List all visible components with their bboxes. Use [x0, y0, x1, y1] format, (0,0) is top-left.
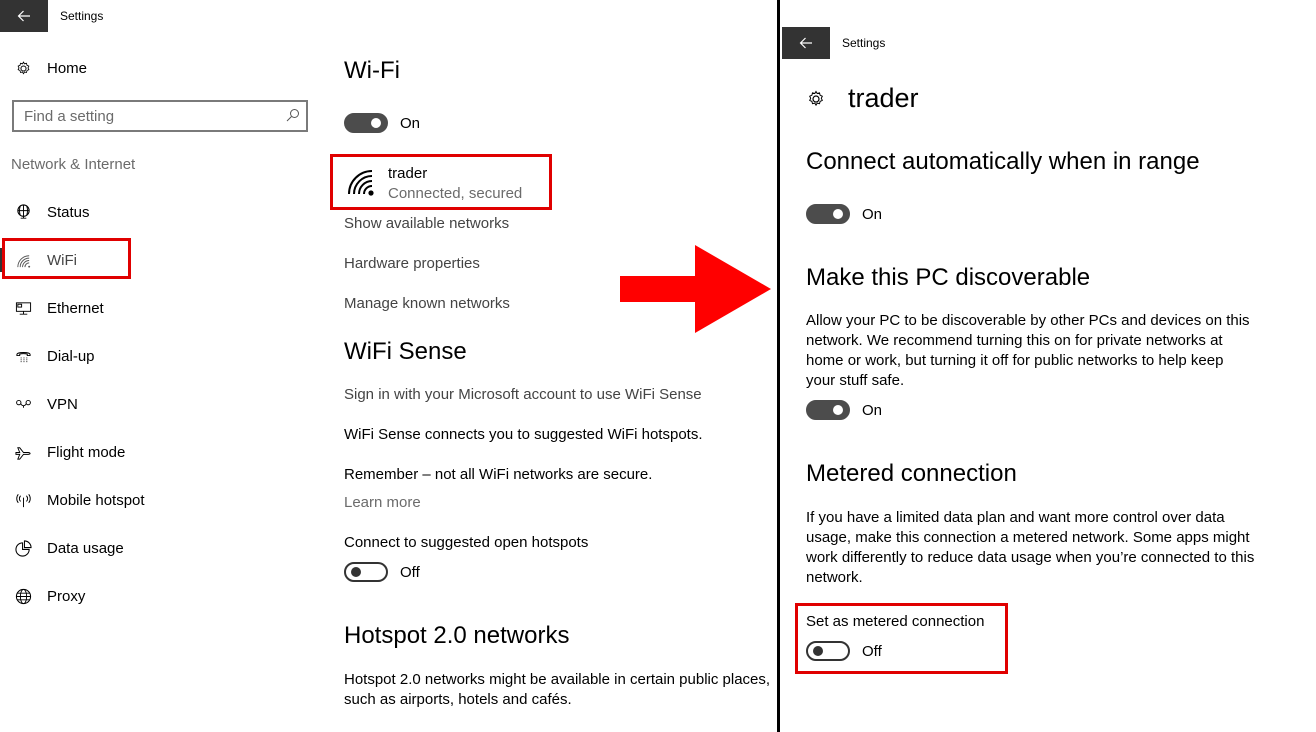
- window-title: Settings: [842, 36, 886, 50]
- network-title: trader: [848, 83, 919, 113]
- connect-auto-toggle-state: On: [862, 206, 883, 223]
- sidebar-item-label: Flight mode: [47, 443, 126, 461]
- search-icon[interactable]: [286, 108, 300, 122]
- sidebar-item-wifi[interactable]: WiFi: [0, 244, 300, 276]
- discoverable-heading: Make this PC discoverable: [806, 264, 1091, 291]
- toggle-knob: [351, 567, 361, 577]
- show-available-networks-link[interactable]: Show available networks: [344, 215, 509, 232]
- sidebar-home-label: Home: [47, 59, 88, 77]
- arrow-left-icon: [799, 37, 812, 49]
- vpn-icon: [14, 395, 32, 413]
- wifi-sense-description: WiFi Sense connects you to suggested WiF…: [344, 426, 703, 443]
- sidebar-item-label: WiFi: [47, 251, 77, 269]
- page-title: Wi-Fi: [344, 57, 400, 84]
- wifi-icon: [14, 251, 32, 269]
- toggle-knob: [833, 209, 843, 219]
- network-name: trader: [388, 165, 428, 182]
- sidebar-item-flight-mode[interactable]: Flight mode: [0, 436, 300, 468]
- metered-description: If you have a limited data plan and want…: [806, 509, 1255, 586]
- arrow-left-icon: [17, 10, 30, 22]
- airplane-icon: [14, 443, 32, 461]
- metered-toggle-state: Off: [862, 643, 882, 660]
- red-arrow-annotation: [620, 245, 771, 333]
- open-hotspots-toggle-state: Off: [400, 564, 420, 581]
- sidebar-item-label: Status: [47, 203, 90, 221]
- search-box[interactable]: [12, 100, 308, 132]
- sidebar-item-label: Data usage: [47, 539, 124, 557]
- sidebar-item-label: Mobile hotspot: [47, 491, 145, 509]
- sidebar-item-proxy[interactable]: Proxy: [0, 580, 300, 612]
- hardware-properties-link[interactable]: Hardware properties: [344, 255, 480, 272]
- ethernet-icon: [14, 299, 32, 317]
- sidebar-item-label: Proxy: [47, 587, 86, 605]
- metered-heading: Metered connection: [806, 460, 1017, 487]
- learn-more-link[interactable]: Learn more: [344, 494, 421, 511]
- sidebar-item-label: Dial-up: [47, 347, 95, 365]
- open-hotspots-toggle[interactable]: [344, 562, 388, 582]
- gear-icon: [809, 90, 823, 107]
- discoverable-toggle[interactable]: [806, 400, 850, 420]
- connect-auto-toggle[interactable]: [806, 204, 850, 224]
- back-button[interactable]: [782, 27, 830, 59]
- sidebar-item-vpn[interactable]: VPN: [0, 388, 300, 420]
- hotspot20-heading: Hotspot 2.0 networks: [344, 622, 570, 649]
- sidebar-item-data-usage[interactable]: Data usage: [0, 532, 300, 564]
- metered-setting-label: Set as metered connection: [806, 613, 985, 630]
- sidebar-item-label: VPN: [47, 395, 78, 413]
- network-item-trader[interactable]: trader Connected, secured: [338, 158, 548, 206]
- sidebar-home[interactable]: Home: [0, 52, 300, 84]
- toggle-knob: [371, 118, 381, 128]
- toggle-knob: [813, 646, 823, 656]
- wifi-toggle[interactable]: [344, 113, 388, 133]
- toggle-knob: [833, 405, 843, 415]
- discoverable-description: Allow your PC to be discoverable by othe…: [806, 312, 1250, 389]
- globe-status-icon: [14, 203, 32, 221]
- data-usage-icon: [14, 539, 32, 557]
- proxy-globe-icon: [14, 587, 32, 605]
- window-divider: [777, 0, 780, 732]
- sidebar-item-status[interactable]: Status: [0, 196, 300, 228]
- discoverable-toggle-state: On: [862, 402, 883, 419]
- sidebar-item-ethernet[interactable]: Ethernet: [0, 292, 300, 324]
- wifi-signal-icon: [348, 170, 374, 196]
- connect-auto-heading: Connect automatically when in range: [806, 148, 1200, 175]
- back-button[interactable]: [0, 0, 48, 32]
- dialup-phone-icon: [14, 347, 32, 365]
- sidebar-category-heading: Network & Internet: [11, 156, 136, 173]
- wifi-sense-sign-in-link[interactable]: Sign in with your Microsoft account to u…: [344, 386, 702, 403]
- wifi-sense-remember: Remember – not all WiFi networks are sec…: [344, 466, 653, 483]
- window-title: Settings: [60, 9, 104, 23]
- wifi-toggle-state: On: [400, 115, 421, 132]
- network-status: Connected, secured: [388, 185, 523, 202]
- manage-known-networks-link[interactable]: Manage known networks: [344, 295, 510, 312]
- sidebar-item-label: Ethernet: [47, 299, 104, 317]
- sidebar-item-dialup[interactable]: Dial-up: [0, 340, 300, 372]
- hotspot20-description: Hotspot 2.0 networks might be available …: [344, 671, 771, 708]
- mobile-hotspot-icon: [14, 491, 32, 509]
- open-hotspots-label: Connect to suggested open hotspots: [344, 534, 589, 551]
- gear-icon: [14, 59, 32, 77]
- wifi-sense-heading: WiFi Sense: [344, 338, 467, 365]
- metered-toggle[interactable]: [806, 641, 850, 661]
- search-input[interactable]: [14, 102, 274, 130]
- sidebar-item-mobile-hotspot[interactable]: Mobile hotspot: [0, 484, 300, 516]
